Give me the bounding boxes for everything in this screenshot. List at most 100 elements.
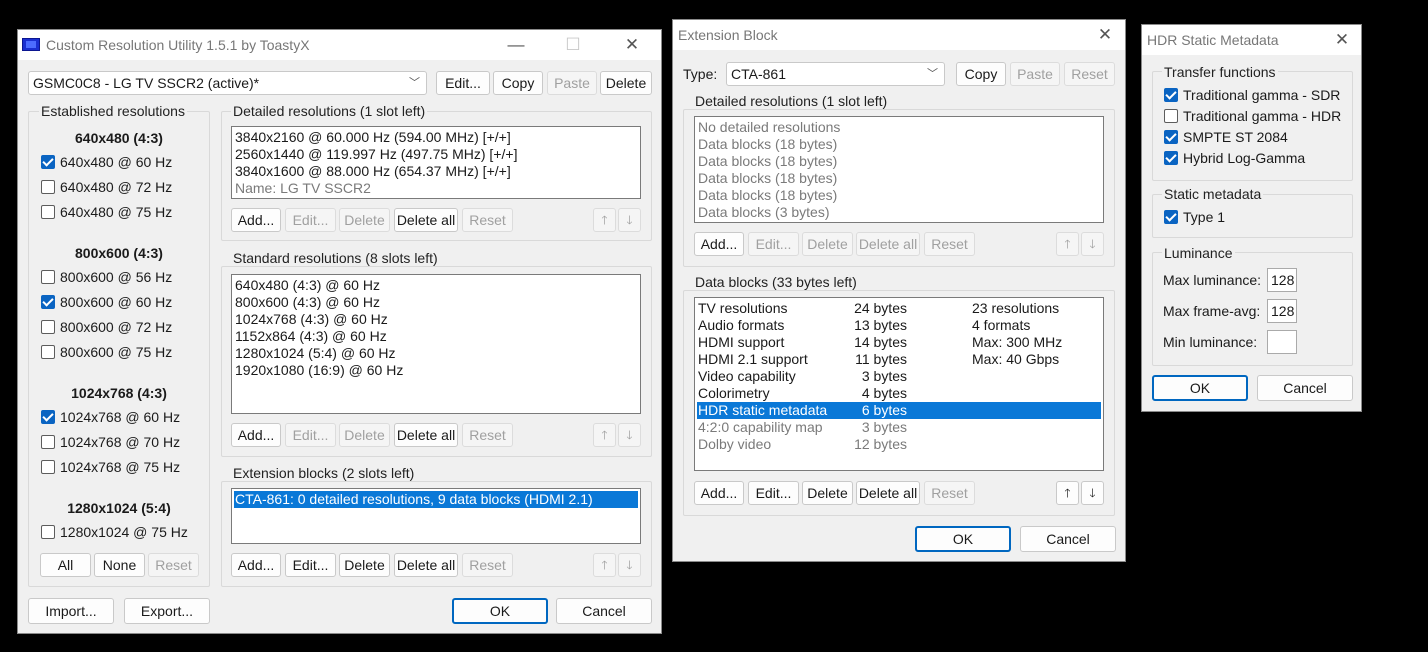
cancel-button[interactable]: Cancel [1020,526,1116,552]
table-row[interactable]: Video capability 3 bytes [695,368,1103,385]
list-item[interactable]: 1280x1024 (5:4) @ 60 Hz [235,345,396,362]
edit-detailed-button[interactable]: Edit... [748,232,799,256]
edit-data-block-button[interactable]: Edit... [748,481,799,505]
title-bar[interactable]: Custom Resolution Utility 1.5.1 by Toast… [18,30,661,60]
move-up-icon[interactable]: 🡑 [1056,481,1079,505]
import-button[interactable]: Import... [28,598,114,624]
paste-button[interactable]: Paste [1010,62,1060,86]
cancel-button[interactable]: Cancel [556,598,652,624]
standard-resolutions-list[interactable]: 640x480 (4:3) @ 60 Hz 800x600 (4:3) @ 60… [231,274,641,414]
none-button[interactable]: None [94,553,145,577]
table-row[interactable]: HDMI 2.1 support 11 bytes Max: 40 Gbps [695,351,1103,368]
list-item[interactable]: 3840x1600 @ 88.000 Hz (654.37 MHz) [+/+] [235,163,511,180]
reset-standard-button[interactable]: Reset [462,423,513,447]
add-extension-button[interactable]: Add... [231,553,281,577]
move-down-icon[interactable]: 🡓 [618,553,641,577]
list-item[interactable]: 2560x1440 @ 119.997 Hz (497.75 MHz) [+/+… [235,146,517,163]
checkbox[interactable] [41,205,55,219]
edit-standard-button[interactable]: Edit... [285,423,336,447]
close-icon[interactable]: ✕ [620,34,644,56]
checkbox[interactable] [41,460,55,474]
delete-all-standard-button[interactable]: Delete all [394,423,458,447]
checkbox[interactable] [41,155,55,169]
table-row[interactable]: Dolby video 12 bytes [695,436,1103,453]
move-down-icon[interactable]: 🡓 [618,423,641,447]
checkbox[interactable] [41,320,55,334]
edit-extension-button[interactable]: Edit... [285,553,336,577]
table-row[interactable]: TV resolutions 24 bytes 23 resolutions [695,300,1103,317]
delete-all-detailed-button[interactable]: Delete all [856,232,920,256]
data-blocks-list[interactable]: TV resolutions 24 bytes 23 resolutions A… [694,297,1104,471]
table-row[interactable]: Audio formats 13 bytes 4 formats [695,317,1103,334]
delete-monitor-button[interactable]: Delete [600,71,652,95]
list-item-selected[interactable]: CTA-861: 0 detailed resolutions, 9 data … [234,491,638,508]
all-button[interactable]: All [40,553,91,577]
delete-all-extension-button[interactable]: Delete all [394,553,458,577]
list-item[interactable]: 1920x1080 (16:9) @ 60 Hz [235,362,403,379]
move-up-icon[interactable]: 🡑 [593,423,616,447]
reset-extension-button[interactable]: Reset [462,553,513,577]
checkbox[interactable] [41,270,55,284]
delete-standard-button[interactable]: Delete [339,423,390,447]
checkbox[interactable] [41,410,55,424]
min-luminance-input[interactable] [1267,330,1297,354]
max-luminance-input[interactable]: 128 [1267,268,1297,292]
table-row-selected[interactable]: HDR static metadata 6 bytes [697,402,1101,419]
detailed-resolutions-list[interactable]: No detailed resolutions Data blocks (18 … [694,116,1104,223]
table-row[interactable]: 4:2:0 capability map 3 bytes [695,419,1103,436]
delete-detailed-button[interactable]: Delete [339,208,390,232]
add-detailed-button[interactable]: Add... [694,232,744,256]
monitor-select[interactable]: GSMC0C8 - LG TV SSCR2 (active)* ﹀ [28,71,427,95]
title-bar[interactable]: Extension Block ✕ [673,20,1125,50]
ok-button[interactable]: OK [1152,375,1248,401]
title-bar[interactable]: HDR Static Metadata ✕ [1142,25,1361,55]
move-up-icon[interactable]: 🡑 [1056,232,1079,256]
table-row[interactable]: Colorimetry 4 bytes [695,385,1103,402]
cancel-button[interactable]: Cancel [1257,375,1353,401]
ok-button[interactable]: OK [452,598,548,624]
reset-button[interactable]: Reset [1064,62,1115,86]
checkbox[interactable] [1164,109,1178,123]
list-item[interactable]: Data blocks (18 bytes) [698,153,837,170]
maximize-icon[interactable]: ☐ [561,34,585,56]
add-detailed-button[interactable]: Add... [231,208,281,232]
list-item[interactable]: 3840x2160 @ 60.000 Hz (594.00 MHz) [+/+] [235,129,511,146]
checkbox[interactable] [41,525,55,539]
extension-blocks-list[interactable]: CTA-861: 0 detailed resolutions, 9 data … [231,488,641,544]
checkbox[interactable] [41,435,55,449]
checkbox[interactable] [41,345,55,359]
checkbox[interactable] [1164,210,1178,224]
reset-detailed-button[interactable]: Reset [462,208,513,232]
add-data-block-button[interactable]: Add... [694,481,744,505]
move-up-icon[interactable]: 🡑 [593,208,616,232]
list-item[interactable]: No detailed resolutions [698,119,840,136]
list-item[interactable]: 800x600 (4:3) @ 60 Hz [235,294,380,311]
delete-all-detailed-button[interactable]: Delete all [394,208,458,232]
minimize-icon[interactable]: — [504,34,528,56]
checkbox[interactable] [1164,88,1178,102]
type-select[interactable]: CTA-861 ﹀ [726,62,945,86]
move-up-icon[interactable]: 🡑 [593,553,616,577]
list-item[interactable]: 1024x768 (4:3) @ 60 Hz [235,311,388,328]
checkbox[interactable] [41,295,55,309]
close-icon[interactable]: ✕ [1093,24,1117,46]
delete-data-block-button[interactable]: Delete [802,481,853,505]
close-icon[interactable]: ✕ [1330,29,1354,51]
edit-monitor-button[interactable]: Edit... [436,71,490,95]
list-item[interactable]: 640x480 (4:3) @ 60 Hz [235,277,380,294]
list-item[interactable]: Data blocks (3 bytes) [698,204,830,221]
detailed-resolutions-list[interactable]: 3840x2160 @ 60.000 Hz (594.00 MHz) [+/+]… [231,126,641,199]
ok-button[interactable]: OK [915,526,1011,552]
move-down-icon[interactable]: 🡓 [1081,481,1104,505]
edit-detailed-button[interactable]: Edit... [285,208,336,232]
move-down-icon[interactable]: 🡓 [1081,232,1104,256]
copy-button[interactable]: Copy [956,62,1006,86]
name-list-item[interactable]: Name: LG TV SSCR2 [235,180,371,197]
checkbox[interactable] [41,180,55,194]
reset-detailed-button[interactable]: Reset [924,232,975,256]
move-down-icon[interactable]: 🡓 [618,208,641,232]
checkbox[interactable] [1164,130,1178,144]
checkbox[interactable] [1164,151,1178,165]
export-button[interactable]: Export... [124,598,210,624]
max-frame-avg-input[interactable]: 128 [1267,299,1297,323]
